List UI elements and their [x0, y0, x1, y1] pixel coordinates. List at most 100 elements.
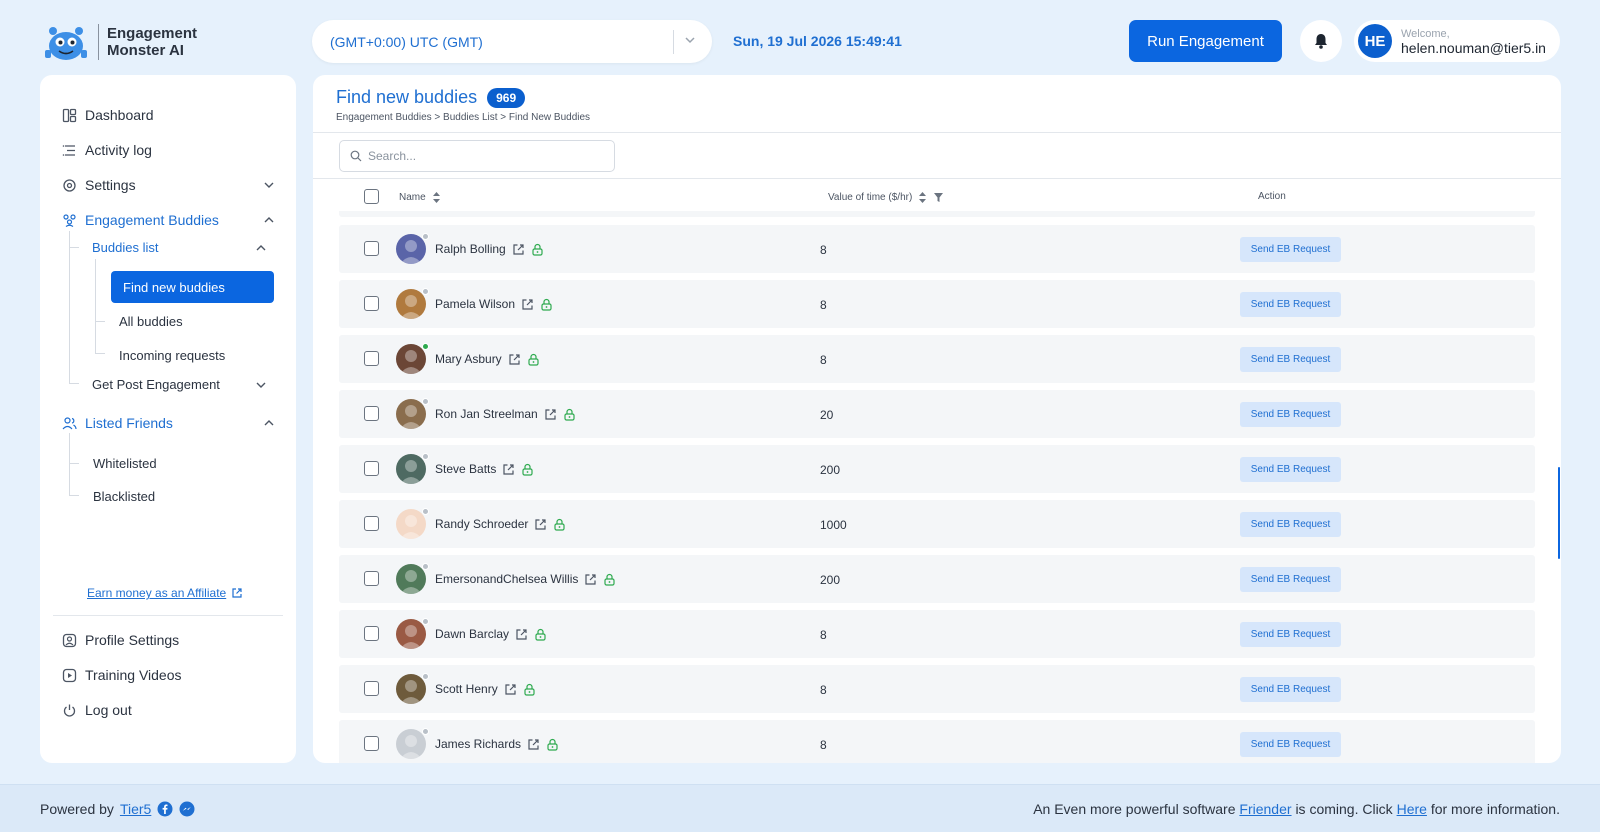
lock-icon[interactable] [527, 353, 540, 366]
buddy-name[interactable]: Ralph Bolling [435, 242, 506, 256]
sidebar-item-engagement-buddies[interactable]: Engagement Buddies [62, 212, 276, 228]
sidebar-item-blacklisted[interactable]: Blacklisted [93, 489, 155, 504]
sidebar-item-dashboard[interactable]: Dashboard [62, 107, 276, 123]
row-checkbox[interactable] [364, 626, 379, 641]
profile-avatar[interactable] [396, 509, 426, 539]
send-eb-request-button[interactable]: Send EB Request [1240, 567, 1341, 592]
search-input[interactable] [368, 149, 598, 163]
row-checkbox[interactable] [364, 571, 379, 586]
send-eb-request-button[interactable]: Send EB Request [1240, 622, 1341, 647]
table-row[interactable]: Randy Schroeder 1000 Send EB Request [339, 500, 1535, 548]
chevron-down-icon[interactable] [682, 32, 698, 48]
sidebar-item-whitelisted[interactable]: Whitelisted [93, 456, 157, 471]
tier5-link[interactable]: Tier5 [120, 801, 151, 817]
lock-icon[interactable] [563, 408, 576, 421]
table-row[interactable]: Ralph Bolling 8 Send EB Request [339, 225, 1535, 273]
external-link-icon[interactable] [512, 243, 525, 256]
buddy-name[interactable]: Mary Asbury [435, 352, 502, 366]
column-header-name[interactable]: Name [399, 191, 441, 204]
buddy-name[interactable]: Pamela Wilson [435, 297, 515, 311]
run-engagement-button[interactable]: Run Engagement [1129, 20, 1282, 62]
row-checkbox[interactable] [364, 351, 379, 366]
sort-icon[interactable] [918, 191, 927, 204]
table-row[interactable]: Dawn Barclay 8 Send EB Request [339, 610, 1535, 658]
table-row[interactable]: Ron Jan Streelman 20 Send EB Request [339, 390, 1535, 438]
sidebar-item-all-buddies[interactable]: All buddies [119, 314, 183, 329]
row-checkbox[interactable] [364, 406, 379, 421]
buddy-name[interactable]: EmersonandChelsea Willis [435, 572, 578, 586]
lock-icon[interactable] [521, 463, 534, 476]
send-eb-request-button[interactable]: Send EB Request [1240, 237, 1341, 262]
sort-icon[interactable] [432, 191, 441, 204]
lock-icon[interactable] [523, 683, 536, 696]
breadcrumb[interactable]: Engagement Buddies > Buddies List > Find… [336, 112, 590, 123]
buddy-name[interactable]: James Richards [435, 737, 521, 751]
buddy-name[interactable]: Dawn Barclay [435, 627, 509, 641]
buddy-name[interactable]: Randy Schroeder [435, 517, 528, 531]
chevron-down-icon[interactable] [254, 378, 268, 392]
profile-avatar[interactable] [396, 729, 426, 759]
table-row[interactable]: EmersonandChelsea Willis 200 Send EB Reque… [339, 555, 1535, 603]
profile-avatar[interactable] [396, 234, 426, 264]
friender-link[interactable]: Friender [1239, 801, 1291, 817]
external-link-icon[interactable] [502, 463, 515, 476]
row-checkbox[interactable] [364, 296, 379, 311]
app-logo[interactable]: Engagement Monster AI [42, 22, 197, 62]
sidebar-item-incoming-requests[interactable]: Incoming requests [119, 348, 225, 363]
external-link-icon[interactable] [504, 683, 517, 696]
send-eb-request-button[interactable]: Send EB Request [1240, 512, 1341, 537]
send-eb-request-button[interactable]: Send EB Request [1240, 457, 1341, 482]
sidebar-item-get-post-engagement[interactable]: Get Post Engagement [92, 377, 220, 392]
send-eb-request-button[interactable]: Send EB Request [1240, 402, 1341, 427]
affiliate-link[interactable]: Earn money as an Affiliate [87, 586, 243, 600]
messenger-icon[interactable] [179, 801, 195, 817]
buddy-name[interactable]: Steve Batts [435, 462, 496, 476]
send-eb-request-button[interactable]: Send EB Request [1240, 677, 1341, 702]
external-link-icon[interactable] [508, 353, 521, 366]
profile-avatar[interactable] [396, 619, 426, 649]
sidebar-item-find-new-buddies[interactable]: Find new buddies [111, 271, 274, 303]
profile-avatar[interactable] [396, 289, 426, 319]
lock-icon[interactable] [546, 738, 559, 751]
external-link-icon[interactable] [534, 518, 547, 531]
facebook-icon[interactable] [157, 801, 173, 817]
profile-avatar[interactable] [396, 399, 426, 429]
sidebar-item-activity-log[interactable]: Activity log [62, 142, 276, 158]
row-checkbox[interactable] [364, 736, 379, 751]
profile-avatar[interactable] [396, 674, 426, 704]
row-checkbox[interactable] [364, 241, 379, 256]
send-eb-request-button[interactable]: Send EB Request [1240, 732, 1341, 757]
here-link[interactable]: Here [1397, 801, 1427, 817]
lock-icon[interactable] [540, 298, 553, 311]
chevron-up-icon[interactable] [254, 241, 268, 255]
filter-icon[interactable] [933, 192, 944, 203]
sidebar-item-listed-friends[interactable]: Listed Friends [62, 415, 276, 431]
profile-avatar[interactable] [396, 454, 426, 484]
table-row[interactable]: Mary Asbury 8 Send EB Request [339, 335, 1535, 383]
timezone-select[interactable]: (GMT+0:00) UTC (GMT) [312, 20, 712, 63]
sidebar-item-buddies-list[interactable]: Buddies list [92, 240, 158, 255]
sidebar-item-profile-settings[interactable]: Profile Settings [62, 632, 276, 648]
external-link-icon[interactable] [544, 408, 557, 421]
send-eb-request-button[interactable]: Send EB Request [1240, 347, 1341, 372]
external-link-icon[interactable] [584, 573, 597, 586]
row-checkbox[interactable] [364, 681, 379, 696]
table-row[interactable]: Scott Henry 8 Send EB Request [339, 665, 1535, 713]
table-row[interactable]: Pamela Wilson 8 Send EB Request [339, 280, 1535, 328]
notifications-button[interactable] [1300, 20, 1342, 62]
external-link-icon[interactable] [527, 738, 540, 751]
sidebar-item-settings[interactable]: Settings [62, 177, 276, 193]
buddy-name[interactable]: Scott Henry [435, 682, 498, 696]
external-link-icon[interactable] [515, 628, 528, 641]
buddy-name[interactable]: Ron Jan Streelman [435, 407, 538, 421]
lock-icon[interactable] [603, 573, 616, 586]
external-link-icon[interactable] [521, 298, 534, 311]
lock-icon[interactable] [531, 243, 544, 256]
sidebar-item-training-videos[interactable]: Training Videos [62, 667, 276, 683]
sidebar-item-log-out[interactable]: Log out [62, 702, 276, 718]
lock-icon[interactable] [534, 628, 547, 641]
search-box[interactable] [339, 140, 615, 172]
row-checkbox[interactable] [364, 461, 379, 476]
profile-avatar[interactable] [396, 564, 426, 594]
checkbox[interactable] [364, 189, 379, 204]
